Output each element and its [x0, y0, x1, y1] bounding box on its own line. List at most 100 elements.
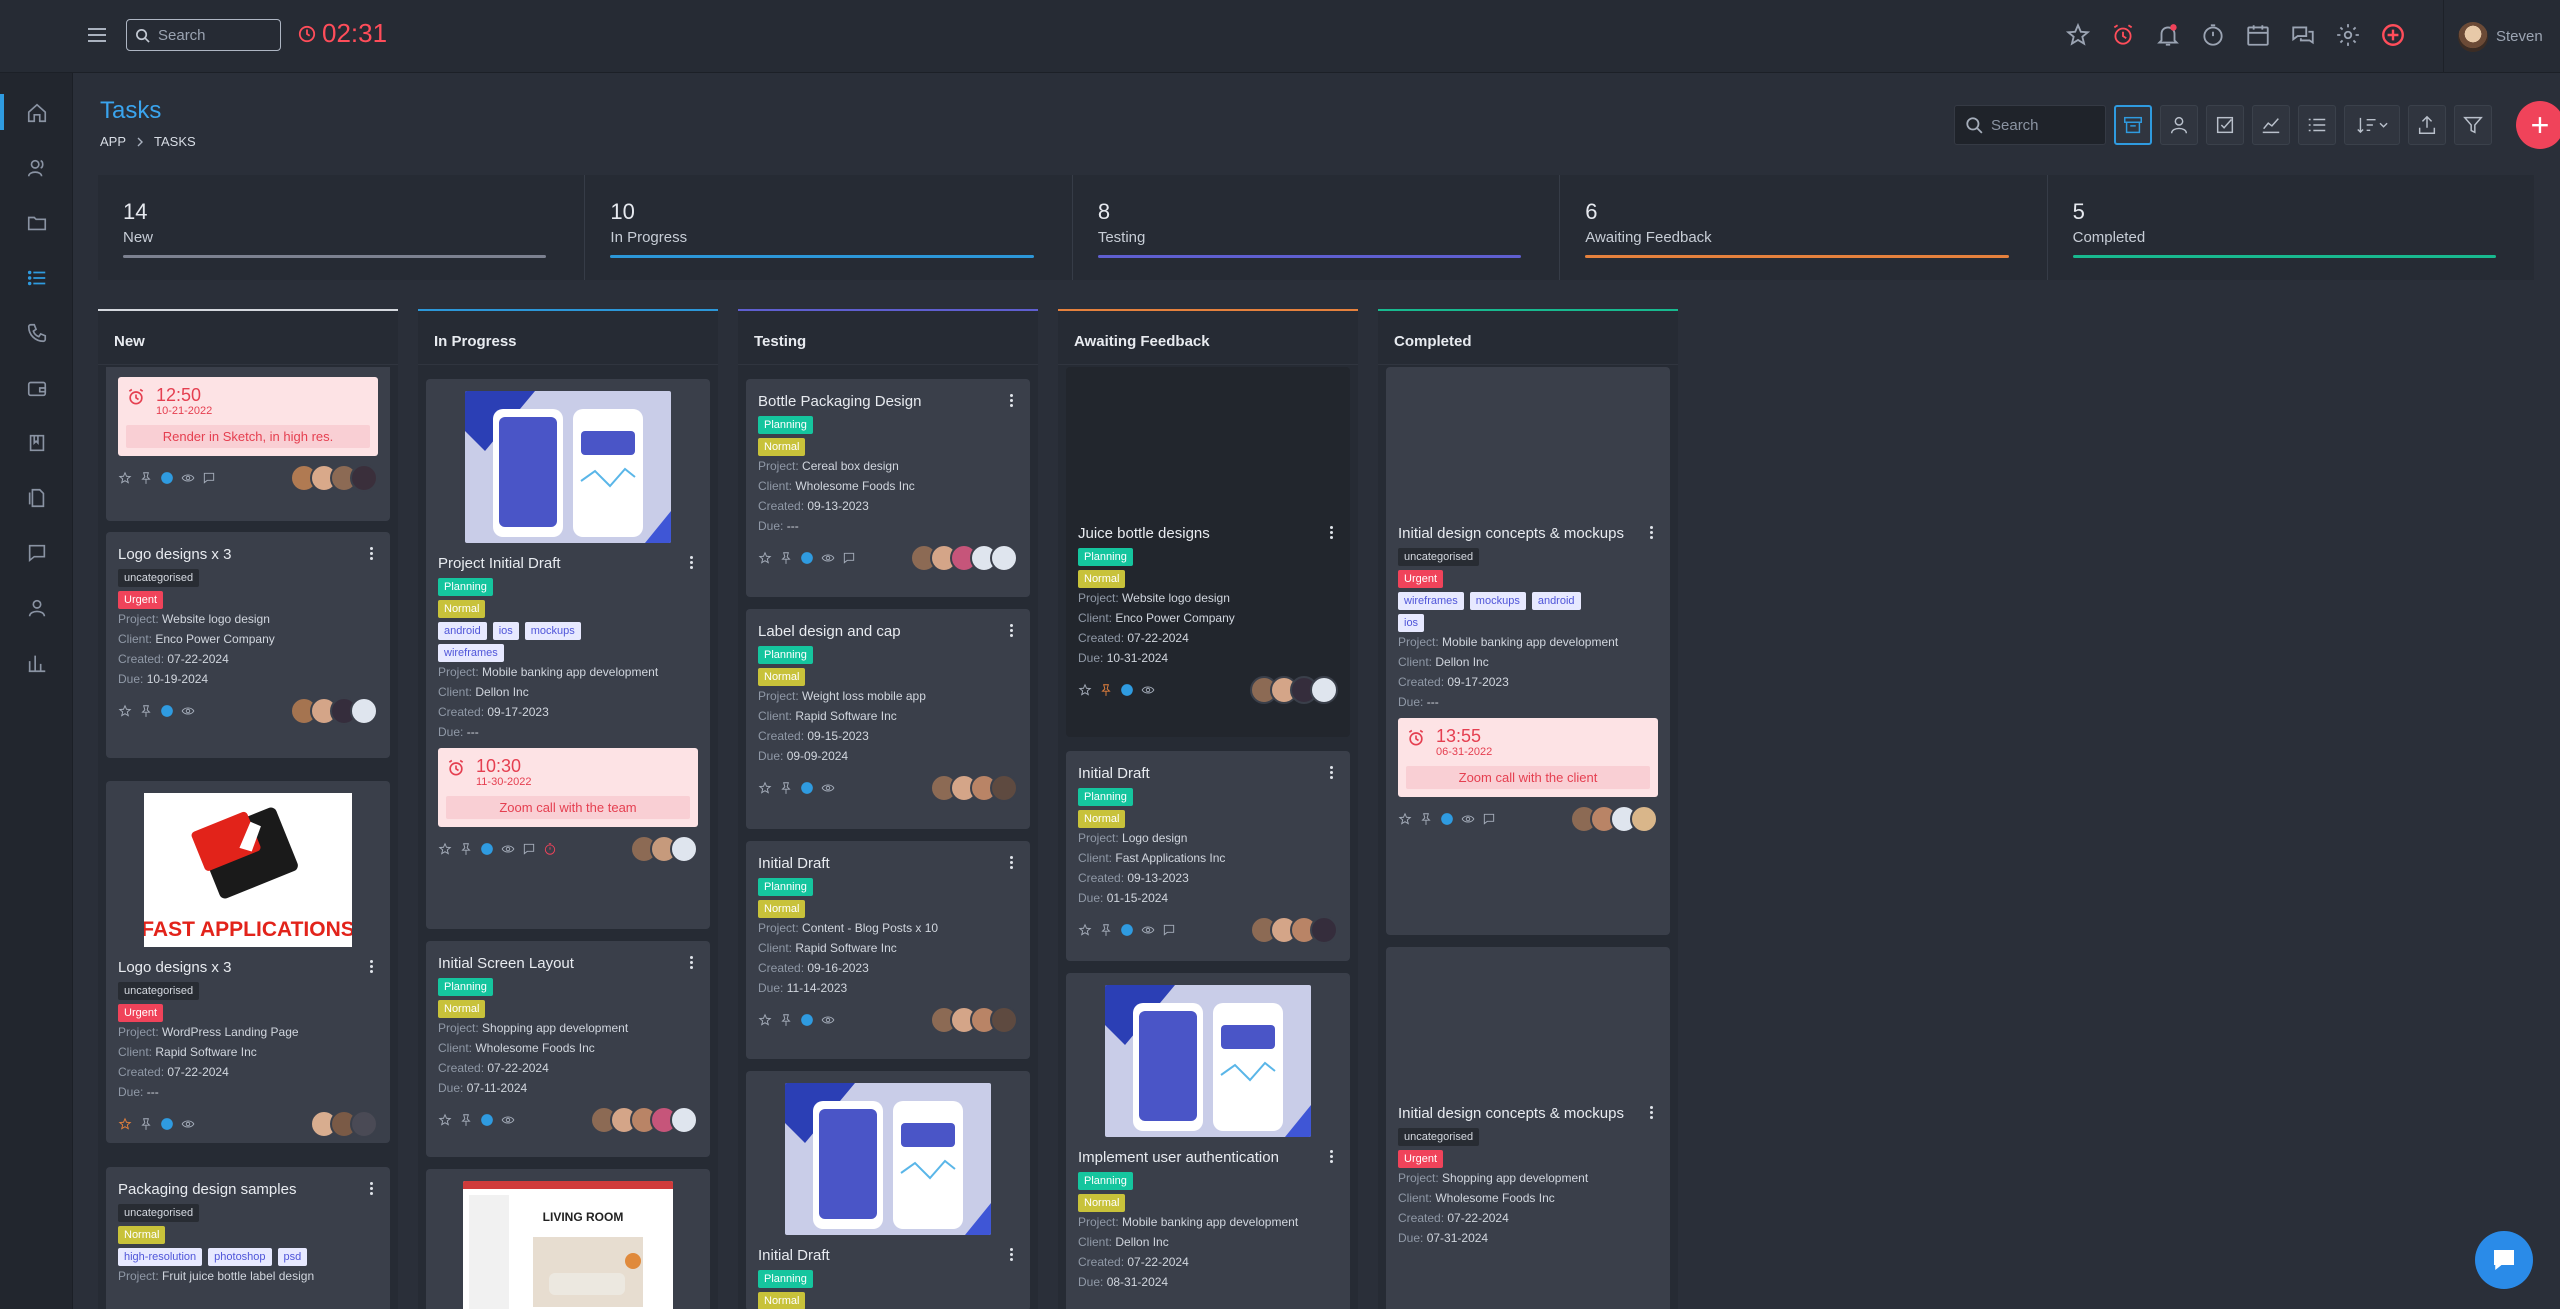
label-tag[interactable]: android [438, 622, 487, 640]
label-tag[interactable]: mockups [1469, 592, 1526, 610]
eye-icon[interactable] [501, 1113, 515, 1127]
task-project[interactable]: Shopping app development [482, 1021, 628, 1035]
sort-dropdown[interactable] [2344, 105, 2400, 145]
eye-icon[interactable] [821, 781, 835, 795]
more-options-icon[interactable] [1004, 853, 1018, 871]
more-options-icon[interactable] [1324, 523, 1338, 541]
task-project[interactable]: Fruit juice bottle label design [162, 1269, 314, 1283]
task-project[interactable]: Website logo design [162, 612, 270, 626]
task-card[interactable]: Juice bottle designs Planning Normal Pro… [1066, 367, 1350, 737]
top-search-input[interactable]: Search [126, 19, 281, 51]
stat-awaiting-feedback[interactable]: 6 Awaiting Feedback [1560, 175, 2048, 280]
more-options-icon[interactable] [364, 544, 378, 562]
star-icon[interactable] [758, 1013, 772, 1027]
label-tag[interactable]: ios [492, 622, 519, 640]
sidebar-item-documents[interactable] [20, 426, 54, 460]
messages-button[interactable] [2290, 22, 2316, 48]
task-project[interactable]: Weight loss mobile app [802, 689, 926, 703]
task-card[interactable]: Packaging design samples uncategorised N… [106, 1167, 390, 1309]
task-project[interactable]: Shopping app development [1442, 1171, 1588, 1185]
assignee-icon[interactable] [800, 1013, 814, 1027]
pin-icon[interactable] [139, 471, 153, 485]
calendar-button[interactable] [2245, 22, 2271, 48]
pin-icon[interactable] [459, 1113, 473, 1127]
task-card[interactable]: Project Initial Draft Planning Normal an… [426, 379, 710, 929]
task-card[interactable]: Initial Screen Layout Planning Normal Pr… [426, 941, 710, 1157]
comment-icon[interactable] [522, 842, 536, 856]
comment-icon[interactable] [842, 551, 856, 565]
eye-icon[interactable] [181, 704, 195, 718]
label-tag[interactable]: photoshop [208, 1248, 272, 1266]
task-card[interactable]: Bottle Packaging Design Planning Normal … [746, 379, 1030, 597]
assignee-icon[interactable] [160, 704, 174, 718]
label-tag[interactable]: wireframes [1398, 592, 1464, 610]
pin-icon[interactable] [139, 704, 153, 718]
assignee-icon[interactable] [1440, 812, 1454, 826]
sidebar-item-home[interactable] [20, 96, 54, 130]
more-options-icon[interactable] [1644, 523, 1658, 541]
sidebar-item-team[interactable] [20, 591, 54, 625]
task-client[interactable]: Dellon Inc [475, 685, 528, 699]
more-options-icon[interactable] [1004, 1245, 1018, 1263]
eye-icon[interactable] [181, 471, 195, 485]
sidebar-item-calls[interactable] [20, 316, 54, 350]
assigned-filter-button[interactable] [2160, 105, 2198, 145]
eye-icon[interactable] [181, 1117, 195, 1131]
task-card[interactable]: Implement user authentication Planning N… [1066, 973, 1350, 1309]
task-client[interactable]: Wholesome Foods Inc [475, 1041, 594, 1055]
my-tasks-button[interactable] [2206, 105, 2244, 145]
timesheet-button[interactable] [2200, 22, 2226, 48]
assignee-icon[interactable] [160, 471, 174, 485]
pin-icon[interactable] [779, 1013, 793, 1027]
assignee-icon[interactable] [480, 842, 494, 856]
assignee-icon[interactable] [1120, 923, 1134, 937]
more-options-icon[interactable] [1644, 1103, 1658, 1121]
timer[interactable]: 02:31 [298, 18, 387, 49]
star-icon[interactable] [1078, 923, 1092, 937]
list-view-button[interactable] [2298, 105, 2336, 145]
assignee-icon[interactable] [800, 551, 814, 565]
sidebar-item-clients[interactable] [20, 151, 54, 185]
more-options-icon[interactable] [1324, 763, 1338, 781]
sidebar-item-wallet[interactable] [20, 371, 54, 405]
task-client[interactable]: Wholesome Foods Inc [795, 479, 914, 493]
star-icon[interactable] [118, 704, 132, 718]
kanban-view-button[interactable] [2114, 105, 2152, 145]
more-options-icon[interactable] [684, 553, 698, 571]
menu-icon[interactable] [86, 24, 108, 46]
star-icon[interactable] [758, 551, 772, 565]
more-options-icon[interactable] [1004, 391, 1018, 409]
add-task-button[interactable]: + [2516, 101, 2560, 149]
pin-icon[interactable] [779, 781, 793, 795]
assignee-icon[interactable] [160, 1117, 174, 1131]
task-client[interactable]: Dellon Inc [1435, 655, 1488, 669]
eye-icon[interactable] [1461, 812, 1475, 826]
stat-in-progress[interactable]: 10 In Progress [585, 175, 1073, 280]
more-options-icon[interactable] [364, 957, 378, 975]
task-project[interactable]: WordPress Landing Page [162, 1025, 299, 1039]
eye-icon[interactable] [1141, 683, 1155, 697]
label-tag[interactable]: ios [1398, 614, 1425, 632]
eye-icon[interactable] [821, 1013, 835, 1027]
task-card[interactable]: Initial Draft Planning Normal Project: L… [1066, 751, 1350, 961]
star-icon[interactable] [438, 1113, 452, 1127]
more-options-icon[interactable] [1324, 1147, 1338, 1165]
assignee-icon[interactable] [1120, 683, 1134, 697]
sidebar-item-messages[interactable] [20, 536, 54, 570]
task-client[interactable]: Rapid Software Inc [155, 1045, 256, 1059]
star-icon[interactable] [438, 842, 452, 856]
sidebar-item-tasks[interactable] [20, 261, 54, 295]
export-button[interactable] [2408, 105, 2446, 145]
settings-button[interactable] [2335, 22, 2361, 48]
task-client[interactable]: Rapid Software Inc [795, 709, 896, 723]
task-client[interactable]: Enco Power Company [1115, 611, 1234, 625]
pin-icon[interactable] [1419, 812, 1433, 826]
task-card[interactable]: Initial Draft Planning Normal Project: C… [746, 841, 1030, 1059]
task-client[interactable]: Rapid Software Inc [795, 941, 896, 955]
task-client[interactable]: Fast Applications Inc [1115, 851, 1225, 865]
stats-button[interactable] [2252, 105, 2290, 145]
task-card[interactable]: Initial design concepts & mockups uncate… [1386, 947, 1670, 1309]
star-icon[interactable] [758, 781, 772, 795]
pin-icon[interactable] [459, 842, 473, 856]
sidebar-item-reports[interactable] [20, 646, 54, 680]
